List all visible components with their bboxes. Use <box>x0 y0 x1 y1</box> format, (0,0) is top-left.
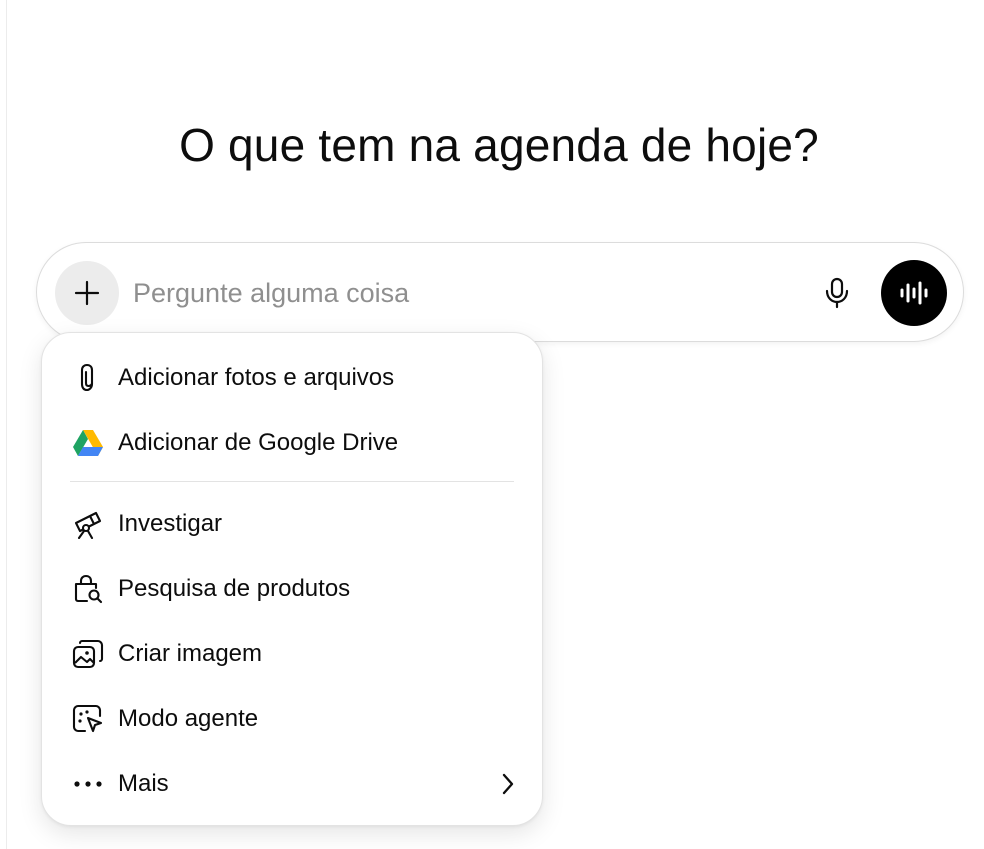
add-attachment-button[interactable] <box>55 261 119 325</box>
menu-item-label: Investigar <box>118 510 223 537</box>
google-drive-icon <box>72 428 104 458</box>
voice-waveform-icon <box>900 281 928 305</box>
menu-item-more[interactable]: Mais <box>56 755 530 811</box>
plus-icon <box>74 280 100 306</box>
menu-item-google-drive[interactable]: Adicionar de Google Drive <box>56 414 530 470</box>
menu-item-label: Modo agente <box>118 705 259 732</box>
menu-item-label: Adicionar fotos e arquivos <box>118 364 395 391</box>
prompt-composer <box>36 242 964 342</box>
microphone-icon <box>825 277 849 309</box>
menu-item-product-search[interactable]: Pesquisa de produtos <box>56 560 530 616</box>
shopping-bag-search-icon <box>72 574 104 604</box>
telescope-icon <box>72 509 104 539</box>
menu-item-add-files[interactable]: Adicionar fotos e arquivos <box>56 349 530 405</box>
agent-cursor-icon <box>72 704 104 734</box>
menu-divider <box>70 481 514 482</box>
attachment-menu: Adicionar fotos e arquivos Adicionar de … <box>41 332 543 826</box>
voice-mode-button[interactable] <box>881 260 947 326</box>
prompt-input[interactable] <box>133 271 793 315</box>
dictate-button[interactable] <box>819 275 855 311</box>
menu-item-label: Adicionar de Google Drive <box>118 429 399 456</box>
page-title: O que tem na agenda de hoje? <box>179 119 819 171</box>
menu-item-label: Pesquisa de produtos <box>118 575 351 602</box>
more-dots-icon <box>72 769 104 799</box>
menu-item-investigar[interactable]: Investigar <box>56 495 530 551</box>
chevron-right-icon <box>496 771 520 797</box>
image-gallery-icon <box>72 639 104 669</box>
page: O que tem na agenda de hoje? Pergunte al… <box>0 0 984 849</box>
menu-item-label: Mais <box>118 770 169 797</box>
paperclip-icon <box>72 363 104 393</box>
menu-item-label: Criar imagem <box>118 640 263 667</box>
menu-item-create-image[interactable]: Criar imagem <box>56 625 530 681</box>
menu-item-agent-mode[interactable]: Modo agente <box>56 690 530 746</box>
